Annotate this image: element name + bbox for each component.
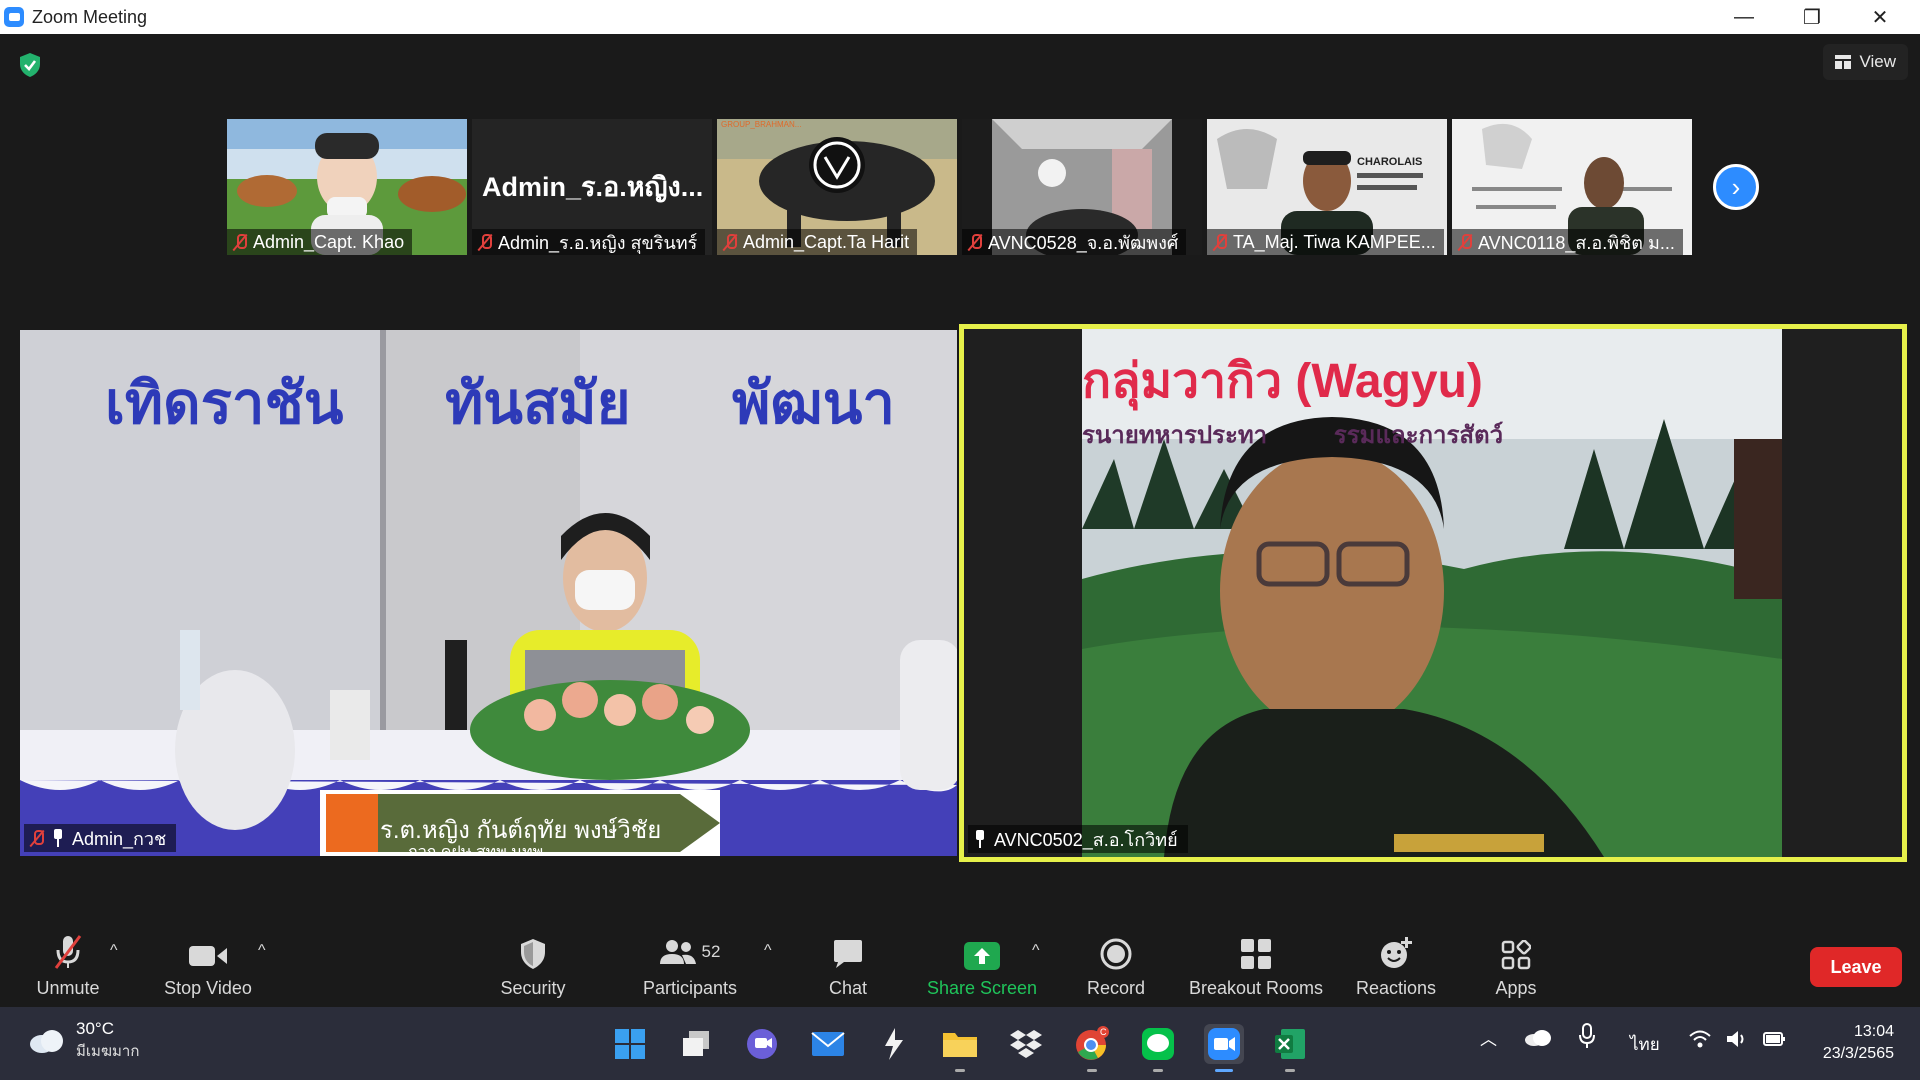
security-shield-icon	[519, 934, 547, 970]
smiley-plus-icon	[1379, 934, 1413, 970]
audio-options-chevron-icon[interactable]: ^	[110, 942, 118, 960]
zoom-app-icon	[4, 7, 24, 27]
apps-button[interactable]: Apps	[1490, 934, 1542, 999]
start-windows-icon[interactable]	[610, 1024, 650, 1064]
share-screen-arrow-icon	[964, 934, 1000, 970]
participant-name-label: AVNC0528_จ.อ.พัฒพงศ์	[962, 229, 1187, 255]
participant-name-label: Admin_Capt. Khao	[227, 229, 413, 255]
chat-bubble-icon	[832, 934, 864, 970]
muted-mic-icon	[30, 829, 44, 847]
view-button[interactable]: View	[1823, 44, 1908, 80]
participant-thumbnail[interactable]: GROUP_BRAHMAN... Admin_Capt.Ta Harit	[717, 119, 957, 255]
mail-icon[interactable]	[808, 1024, 848, 1064]
chat-button[interactable]: Chat	[818, 934, 878, 999]
slide-subtitle: รนายทหารประทา รรมและการสัตว์	[1082, 422, 1504, 449]
muted-mic-icon	[968, 233, 982, 251]
banner-text: เทิดราชัน ทันสมัย พัฒนา	[105, 369, 895, 437]
slide-title: กลุ่มวากิว (Wagyu)	[1082, 355, 1483, 408]
dropbox-icon[interactable]	[1006, 1024, 1046, 1064]
reactions-button[interactable]: Reactions	[1354, 934, 1438, 999]
pin-icon	[52, 829, 64, 847]
close-button[interactable]: ✕	[1846, 0, 1914, 34]
participant-name-label: AVNC0118_ส.อ.พิชิต ม...	[1452, 229, 1683, 255]
participant-thumbnail[interactable]: Admin_ร.อ.หญิง... Admin_ร.อ.หญิง สุขรินท…	[472, 119, 712, 255]
participant-name-label: TA_Maj. Tiwa KAMPEE...	[1207, 229, 1444, 255]
record-icon	[1100, 934, 1132, 970]
weather-description: มีเมฆมาก	[76, 1043, 140, 1060]
zoom-taskbar-icon[interactable]	[1204, 1024, 1244, 1072]
muted-mic-icon	[1458, 233, 1472, 251]
excel-icon[interactable]	[1270, 1024, 1310, 1072]
video-camera-icon	[189, 934, 227, 970]
muted-mic-icon	[233, 233, 247, 251]
svg-text:GROUP_BRAHMAN...: GROUP_BRAHMAN...	[721, 120, 801, 129]
video-tile-active-speaker[interactable]: กลุ่มวากิว (Wagyu) รนายทหารประทา รรมและก…	[959, 324, 1907, 862]
system-clock[interactable]: 13:04 23/3/2565	[1823, 1021, 1894, 1065]
muted-mic-icon	[1213, 233, 1227, 251]
participant-name-label: Admin_ร.อ.หญิง สุขรินทร์	[472, 229, 706, 255]
cloud-icon	[30, 1030, 63, 1053]
next-page-chevron-icon[interactable]: ›	[1713, 164, 1759, 210]
participant-thumbnail[interactable]: AVNC0528_จ.อ.พัฒพงศ์	[962, 119, 1202, 255]
speaker-volume-icon[interactable]	[1726, 1029, 1748, 1054]
minimize-button[interactable]: —	[1710, 0, 1778, 34]
participants-options-chevron-icon[interactable]: ^	[764, 942, 772, 960]
chrome-icon[interactable]: C	[1072, 1024, 1112, 1072]
pin-icon	[974, 830, 986, 848]
video-tile-left[interactable]: เทิดราชัน ทันสมัย พัฒนา ร.ต.หญิง กันต์ฤท…	[20, 330, 957, 856]
leave-button[interactable]: Leave	[1810, 947, 1902, 987]
stop-video-button[interactable]: Stop Video	[162, 934, 254, 999]
view-label: View	[1859, 52, 1896, 71]
participants-icon: 52	[659, 934, 721, 970]
video-options-chevron-icon[interactable]: ^	[258, 942, 266, 960]
participant-thumbnail[interactable]: AVNC0118_ส.อ.พิชิต ม...	[1452, 119, 1692, 255]
file-explorer-folder-icon[interactable]	[940, 1024, 980, 1072]
unmute-button[interactable]: Unmute	[32, 934, 104, 999]
windows-taskbar: 30°C มีเมฆมาก C ︿ ไทย 13:04 23/3/2565	[0, 1007, 1920, 1080]
apps-icon	[1501, 934, 1531, 970]
breakout-rooms-button[interactable]: Breakout Rooms	[1186, 934, 1326, 999]
line-app-icon[interactable]	[1138, 1024, 1178, 1072]
app-lightning-icon[interactable]	[874, 1024, 914, 1064]
weather-widget[interactable]: 30°C มีเมฆมาก	[28, 1019, 139, 1063]
maximize-button[interactable]: ❐	[1778, 0, 1846, 34]
battery-plugged-icon[interactable]	[1760, 1029, 1786, 1054]
participants-count: 52	[701, 942, 721, 961]
share-screen-button[interactable]: Share Screen	[922, 934, 1042, 999]
record-button[interactable]: Record	[1082, 934, 1150, 999]
muted-mic-icon	[478, 233, 492, 251]
participant-thumbnail[interactable]: CHAROLAIS TA_Maj. Tiwa KAMPEE...	[1207, 119, 1447, 255]
meeting-area: View Admin_Capt. Khao Admin_ร.อ.หญิง... …	[0, 34, 1920, 1007]
participant-name-label: Admin_กวช	[24, 824, 177, 852]
participant-display-name: Admin_ร.อ.หญิง...	[482, 172, 704, 202]
grid-view-icon	[1835, 55, 1852, 69]
security-button[interactable]: Security	[495, 934, 571, 999]
clock-date: 23/3/2565	[1822, 1045, 1894, 1062]
nameplate-line2: กวก.คฝษ.สทพ.นทพ.	[408, 844, 548, 856]
share-options-chevron-icon[interactable]: ^	[1032, 942, 1040, 960]
clock-time: 13:04	[1853, 1023, 1894, 1040]
breakout-rooms-grid-icon	[1240, 934, 1272, 970]
wifi-icon[interactable]	[1688, 1029, 1712, 1054]
microphone-icon[interactable]	[1578, 1023, 1596, 1054]
muted-mic-icon	[723, 233, 737, 251]
onedrive-cloud-icon[interactable]	[1524, 1029, 1552, 1052]
input-language[interactable]: ไทย	[1630, 1031, 1660, 1058]
meeting-toolbar: Unmute ^ Stop Video ^ Security 52 Partic…	[0, 920, 1920, 1007]
show-hidden-icons-chevron-icon[interactable]: ︿	[1480, 1025, 1497, 1050]
window-title: Zoom Meeting	[32, 6, 148, 27]
participant-thumbnail[interactable]: Admin_Capt. Khao	[227, 119, 467, 255]
teams-chat-icon[interactable]	[742, 1024, 782, 1064]
task-view-icon[interactable]	[676, 1024, 716, 1064]
svg-text:CHAROLAIS: CHAROLAIS	[1357, 156, 1422, 168]
participant-name-label: Admin_Capt.Ta Harit	[717, 229, 918, 255]
participants-button[interactable]: 52 Participants	[640, 934, 740, 999]
participant-name-label: AVNC0502_ส.อ.โกวิทย์	[968, 825, 1188, 853]
title-bar: Zoom Meeting — ❐ ✕	[0, 0, 1920, 34]
svg-text:C: C	[1100, 1027, 1107, 1037]
muted-microphone-icon	[52, 934, 84, 970]
encryption-shield-icon[interactable]	[18, 52, 42, 78]
temperature: 30°C	[76, 1019, 114, 1038]
